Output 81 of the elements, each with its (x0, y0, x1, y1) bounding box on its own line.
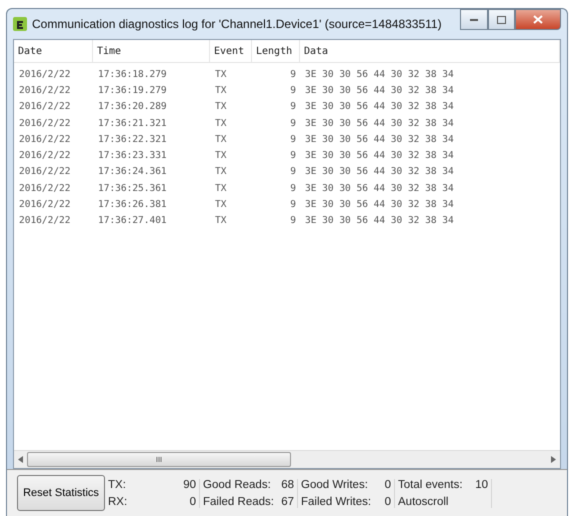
table-cell-text: TX (214, 166, 228, 178)
table-cell-text: 3E 30 30 56 44 30 32 38 34 (304, 150, 455, 162)
table-cell-text: 17:36:18.279 (97, 68, 168, 80)
reset-statistics-button[interactable]: Reset Statistics (17, 475, 105, 511)
table-cell-text: 2016/2/22 (18, 84, 72, 96)
table-cell-text: 2016/2/22 (18, 166, 72, 178)
minimize-button[interactable] (460, 9, 488, 30)
stat-label: Good Writes: (301, 478, 368, 490)
table-cell-text: 17:36:23.331 (97, 150, 168, 162)
stat-label: Autoscroll (398, 496, 448, 508)
stat-value: 68 (281, 478, 294, 490)
table-cell-text: 3E 30 30 56 44 30 32 38 34 (304, 68, 455, 80)
table-cell-text: 3E 30 30 56 44 30 32 38 34 (304, 101, 455, 112)
table-cell-text: 17:36:20.289 (97, 101, 168, 112)
close-icon (533, 15, 543, 24)
table-cell-text: 3E 30 30 56 44 30 32 38 34 (304, 215, 455, 226)
table-cell-text: 2016/2/22 (18, 68, 72, 80)
column-header[interactable]: Length (252, 40, 300, 62)
column-header[interactable]: Date (14, 40, 93, 62)
table-cell-text: 2016/2/22 (18, 182, 72, 194)
table-cell-text: 2016/2/22 (18, 101, 72, 112)
window-title: Communication diagnostics log for 'Channel1.Device1' (source=1484833511) (32, 17, 443, 31)
table-cell-text: TX (214, 134, 228, 145)
table-cell-text: TX (214, 215, 228, 226)
table-cell-text: 3E 30 30 56 44 30 32 38 34 (304, 199, 455, 210)
table-cell-text: TX (214, 182, 228, 194)
table-cell-text: 2016/2/22 (18, 215, 72, 226)
column-header[interactable]: Time (93, 40, 210, 62)
table-cell-text: TX (214, 199, 228, 210)
table-cell-text: 9 (289, 118, 297, 129)
column-header[interactable]: Event (210, 40, 252, 62)
close-button[interactable] (515, 9, 561, 30)
stat-value: 10 (475, 478, 488, 490)
stat-value: 0 (384, 478, 391, 490)
table-cell-text: 2016/2/22 (18, 134, 72, 145)
table-cell-text: 9 (289, 215, 297, 226)
table-cell-text: TX (214, 101, 228, 112)
table-cell-text: 9 (289, 84, 297, 96)
table-cell-text: TX (214, 84, 228, 96)
table-cell-text: 9 (289, 134, 297, 145)
table-cell-text: 9 (289, 182, 297, 194)
table-cell-text: 17:36:27.401 (97, 215, 168, 226)
stat-label: Total events: (398, 478, 463, 490)
table-cell-text: 17:36:19.279 (97, 84, 168, 96)
table-cell-text: 3E 30 30 56 44 30 32 38 34 (304, 84, 455, 96)
stat-label: Failed Reads: (203, 496, 274, 508)
table-cell-text: 3E 30 30 56 44 30 32 38 34 (304, 134, 455, 145)
stat-value: 67 (281, 496, 294, 508)
maximize-icon (497, 16, 506, 24)
stat-value: 90 (183, 478, 196, 490)
table-cell-text: 17:36:21.321 (97, 118, 168, 129)
scroll-left-icon[interactable] (18, 456, 23, 463)
app-logo-icon (13, 17, 27, 31)
table-cell-text: 2016/2/22 (18, 118, 72, 129)
table-cell-text: TX (214, 118, 228, 129)
table-cell-text: 17:36:22.321 (97, 134, 168, 145)
table-cell-text: 17:36:25.361 (97, 182, 168, 194)
table-cell-text: 9 (289, 150, 297, 162)
table-cell-text: TX (214, 150, 228, 162)
stat-value: 0 (384, 496, 391, 508)
table-cell-text: TX (214, 68, 228, 80)
table-cell-text: 9 (289, 199, 297, 210)
scroll-right-icon[interactable] (551, 456, 556, 463)
stat-label: RX: (108, 496, 128, 508)
table-cell-text: 17:36:26.381 (97, 199, 168, 210)
column-header[interactable]: Data (300, 40, 560, 62)
maximize-button[interactable] (488, 9, 515, 30)
table-cell-text: 17:36:24.361 (97, 166, 168, 178)
table-cell-text: 3E 30 30 56 44 30 32 38 34 (304, 182, 455, 194)
table-cell-text: 9 (289, 68, 297, 80)
stat-value: 0 (190, 496, 196, 508)
stat-label: Good Reads: (203, 478, 271, 490)
stat-label: Failed Writes: (301, 496, 372, 508)
table-cell-text: 3E 30 30 56 44 30 32 38 34 (304, 118, 455, 129)
table-cell-text: 9 (289, 166, 297, 178)
table-cell-text: 2016/2/22 (18, 199, 72, 210)
stat-label: TX: (108, 478, 126, 490)
table-cell-text: 9 (289, 101, 297, 112)
minimize-icon (470, 18, 478, 21)
table-cell-text: 3E 30 30 56 44 30 32 38 34 (304, 166, 455, 178)
table-cell-text: 2016/2/22 (18, 150, 72, 162)
